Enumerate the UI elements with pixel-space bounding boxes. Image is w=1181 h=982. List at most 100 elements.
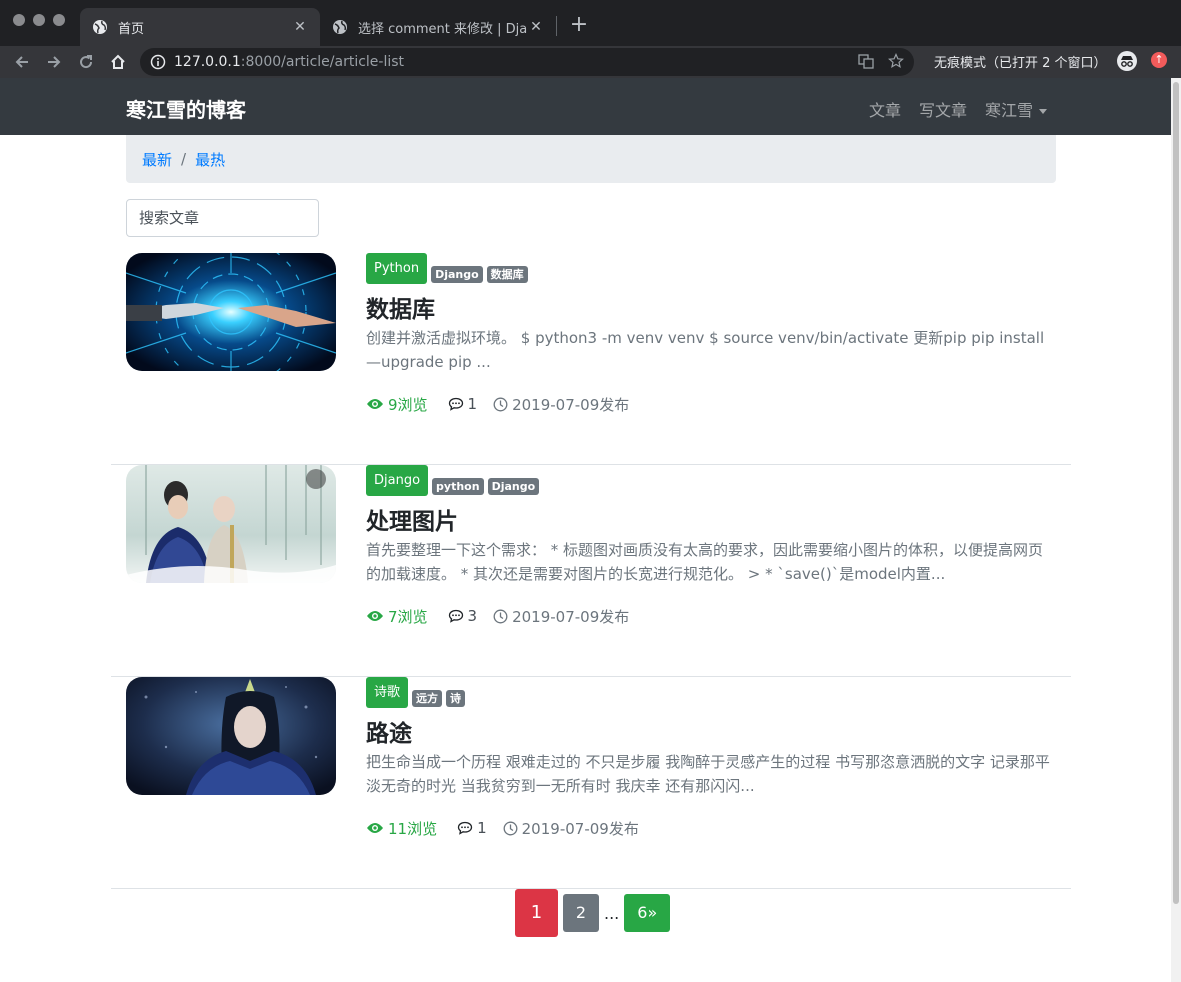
browser-toolbar: 127.0.0.1:8000/article/article-list 无痕模式…	[0, 46, 1181, 78]
browser-tab-home[interactable]: 首页 ✕	[80, 8, 320, 46]
tab-title: 首页	[118, 21, 145, 37]
comment-icon	[457, 821, 473, 835]
arrow-left-icon	[15, 56, 28, 68]
tag-badge[interactable]: 数据库	[486, 266, 528, 283]
comment-count-text: 3	[467, 607, 478, 625]
search-input[interactable]	[126, 199, 319, 237]
nav-item-write-article[interactable]: 写文章	[919, 97, 967, 121]
nav-item-user-dropdown[interactable]: 寒江雪	[985, 97, 1047, 121]
publish-date-text: 2019-07-09发布	[512, 607, 630, 626]
article-title[interactable]: 处理图片	[366, 502, 1056, 535]
article-excerpt: 首先要整理一下这个需求： * 标题图对画质没有太高的要求，因此需要缩小图片的体积…	[366, 541, 1044, 583]
window-zoom-dot[interactable]	[53, 14, 65, 26]
article-card: 诗歌 远方 诗 路途 把生命当成一个历程 艰难走过的 不只是步履 我陶醉于灵感产…	[111, 677, 1071, 889]
article-tags: Python Django 数据库	[366, 253, 1056, 284]
article-tags: 诗歌 远方 诗	[366, 677, 1056, 708]
home-button[interactable]	[106, 50, 130, 74]
tag-badge[interactable]: python	[432, 478, 484, 495]
star-icon[interactable]	[888, 53, 904, 69]
window-close-dot[interactable]	[13, 14, 25, 26]
clock-icon	[493, 397, 508, 411]
address-bar[interactable]: 127.0.0.1:8000/article/article-list	[140, 48, 914, 76]
close-icon[interactable]: ✕	[292, 19, 308, 35]
eye-icon	[367, 823, 383, 833]
caret-down-icon	[1039, 109, 1047, 114]
article-content: Python Django 数据库 数据库 创建并激活虚拟环境。 $ pytho…	[366, 253, 1056, 416]
clock-icon	[493, 609, 508, 623]
tag-badge[interactable]: Django	[431, 266, 483, 283]
article-excerpt: 创建并激活虚拟环境。 $ python3 -m venv venv $ sour…	[366, 329, 1045, 371]
page-current[interactable]: 1	[515, 889, 558, 937]
article-thumbnail[interactable]	[126, 253, 336, 371]
breadcrumb-separator: /	[181, 150, 187, 168]
view-count: 7浏览	[366, 606, 428, 627]
url-path: :8000/article/article-list	[240, 54, 405, 70]
browser-tab-strip: 首页 ✕ 选择 comment 来修改 | Django ✕ +	[0, 0, 1181, 46]
article-thumbnail[interactable]	[126, 677, 336, 795]
eye-icon	[367, 611, 383, 621]
column-badge[interactable]: Python	[366, 253, 428, 284]
url-host: 127.0.0.1	[174, 54, 241, 70]
globe-icon	[333, 20, 347, 34]
article-meta: 9浏览 1 2019-07-09发布	[366, 392, 1056, 416]
eye-icon	[367, 399, 383, 409]
publish-date: 2019-07-09发布	[503, 818, 639, 839]
user-name: 寒江雪	[984, 101, 1033, 120]
reload-button[interactable]	[74, 50, 98, 74]
article-meta: 11浏览 1 2019-07-09发布	[366, 816, 1056, 840]
scrollbar-thumb[interactable]	[1173, 82, 1179, 904]
translate-icon[interactable]	[858, 53, 874, 69]
nav-item-articles[interactable]: 文章	[869, 97, 901, 121]
site-brand[interactable]: 寒江雪的博客	[126, 94, 246, 123]
new-tab-button[interactable]: +	[568, 12, 590, 38]
info-icon[interactable]	[150, 54, 166, 70]
article-content: Django python Django 处理图片 首先要整理一下这个需求： *…	[366, 465, 1056, 628]
comment-count: 3	[448, 607, 478, 625]
comment-count: 1	[457, 819, 487, 837]
comment-count-text: 1	[477, 819, 487, 837]
view-count: 9浏览	[366, 394, 428, 415]
article-card: Django python Django 处理图片 首先要整理一下这个需求： *…	[111, 465, 1071, 677]
breadcrumb: 最新 / 最热	[126, 135, 1056, 183]
tag-badge[interactable]: 诗	[446, 690, 466, 707]
page-viewport: 寒江雪的博客 文章 写文章 寒江雪 最新 / 最热 搜索文章 Python Dj…	[0, 78, 1171, 982]
incognito-icon[interactable]	[1116, 50, 1138, 72]
comment-count-text: 1	[467, 395, 478, 413]
tag-badge[interactable]: Django	[487, 478, 540, 495]
view-count-text: 11浏览	[388, 819, 438, 838]
article-card: Python Django 数据库 数据库 创建并激活虚拟环境。 $ pytho…	[111, 253, 1071, 465]
browser-tab-django-admin[interactable]: 选择 comment 来修改 | Django ✕	[320, 8, 556, 46]
incognito-label: 无痕模式（已打开 2 个窗口）	[934, 56, 1107, 71]
view-count: 11浏览	[366, 818, 437, 839]
breadcrumb-hottest[interactable]: 最热	[195, 149, 225, 170]
article-title[interactable]: 数据库	[366, 290, 1056, 323]
page-ellipsis: ...	[604, 903, 620, 923]
pagination: 1 2 ... 6»	[515, 889, 671, 937]
view-count-text: 7浏览	[388, 607, 428, 626]
page-scrollbar[interactable]	[1171, 78, 1181, 982]
comment-icon	[448, 397, 463, 411]
article-thumbnail[interactable]	[126, 465, 336, 583]
tag-badge[interactable]: 远方	[412, 690, 443, 707]
page-2-button[interactable]: 2	[563, 894, 599, 932]
update-icon[interactable]: ↑	[1151, 52, 1167, 68]
column-badge[interactable]: 诗歌	[366, 677, 409, 708]
forward-button[interactable]	[42, 50, 66, 74]
publish-date: 2019-07-09发布	[493, 394, 629, 415]
view-count-text: 9浏览	[388, 395, 428, 414]
globe-icon	[93, 20, 107, 34]
breadcrumb-latest[interactable]: 最新	[142, 149, 172, 170]
column-badge[interactable]: Django	[366, 465, 429, 496]
page-last-button[interactable]: 6»	[624, 894, 671, 932]
tab-divider	[556, 16, 557, 36]
article-title[interactable]: 路途	[366, 714, 1056, 747]
article-meta: 7浏览 3 2019-07-09发布	[366, 604, 1056, 628]
window-minimize-dot[interactable]	[33, 14, 45, 26]
nav-links: 文章 写文章 寒江雪	[869, 97, 1047, 121]
home-icon	[111, 54, 125, 69]
back-button[interactable]	[10, 50, 34, 74]
article-content: 诗歌 远方 诗 路途 把生命当成一个历程 艰难走过的 不只是步履 我陶醉于灵感产…	[366, 677, 1056, 840]
publish-date: 2019-07-09发布	[493, 606, 629, 627]
tab-title: 选择 comment 来修改 | Django	[358, 21, 528, 37]
close-icon[interactable]: ✕	[528, 19, 544, 35]
